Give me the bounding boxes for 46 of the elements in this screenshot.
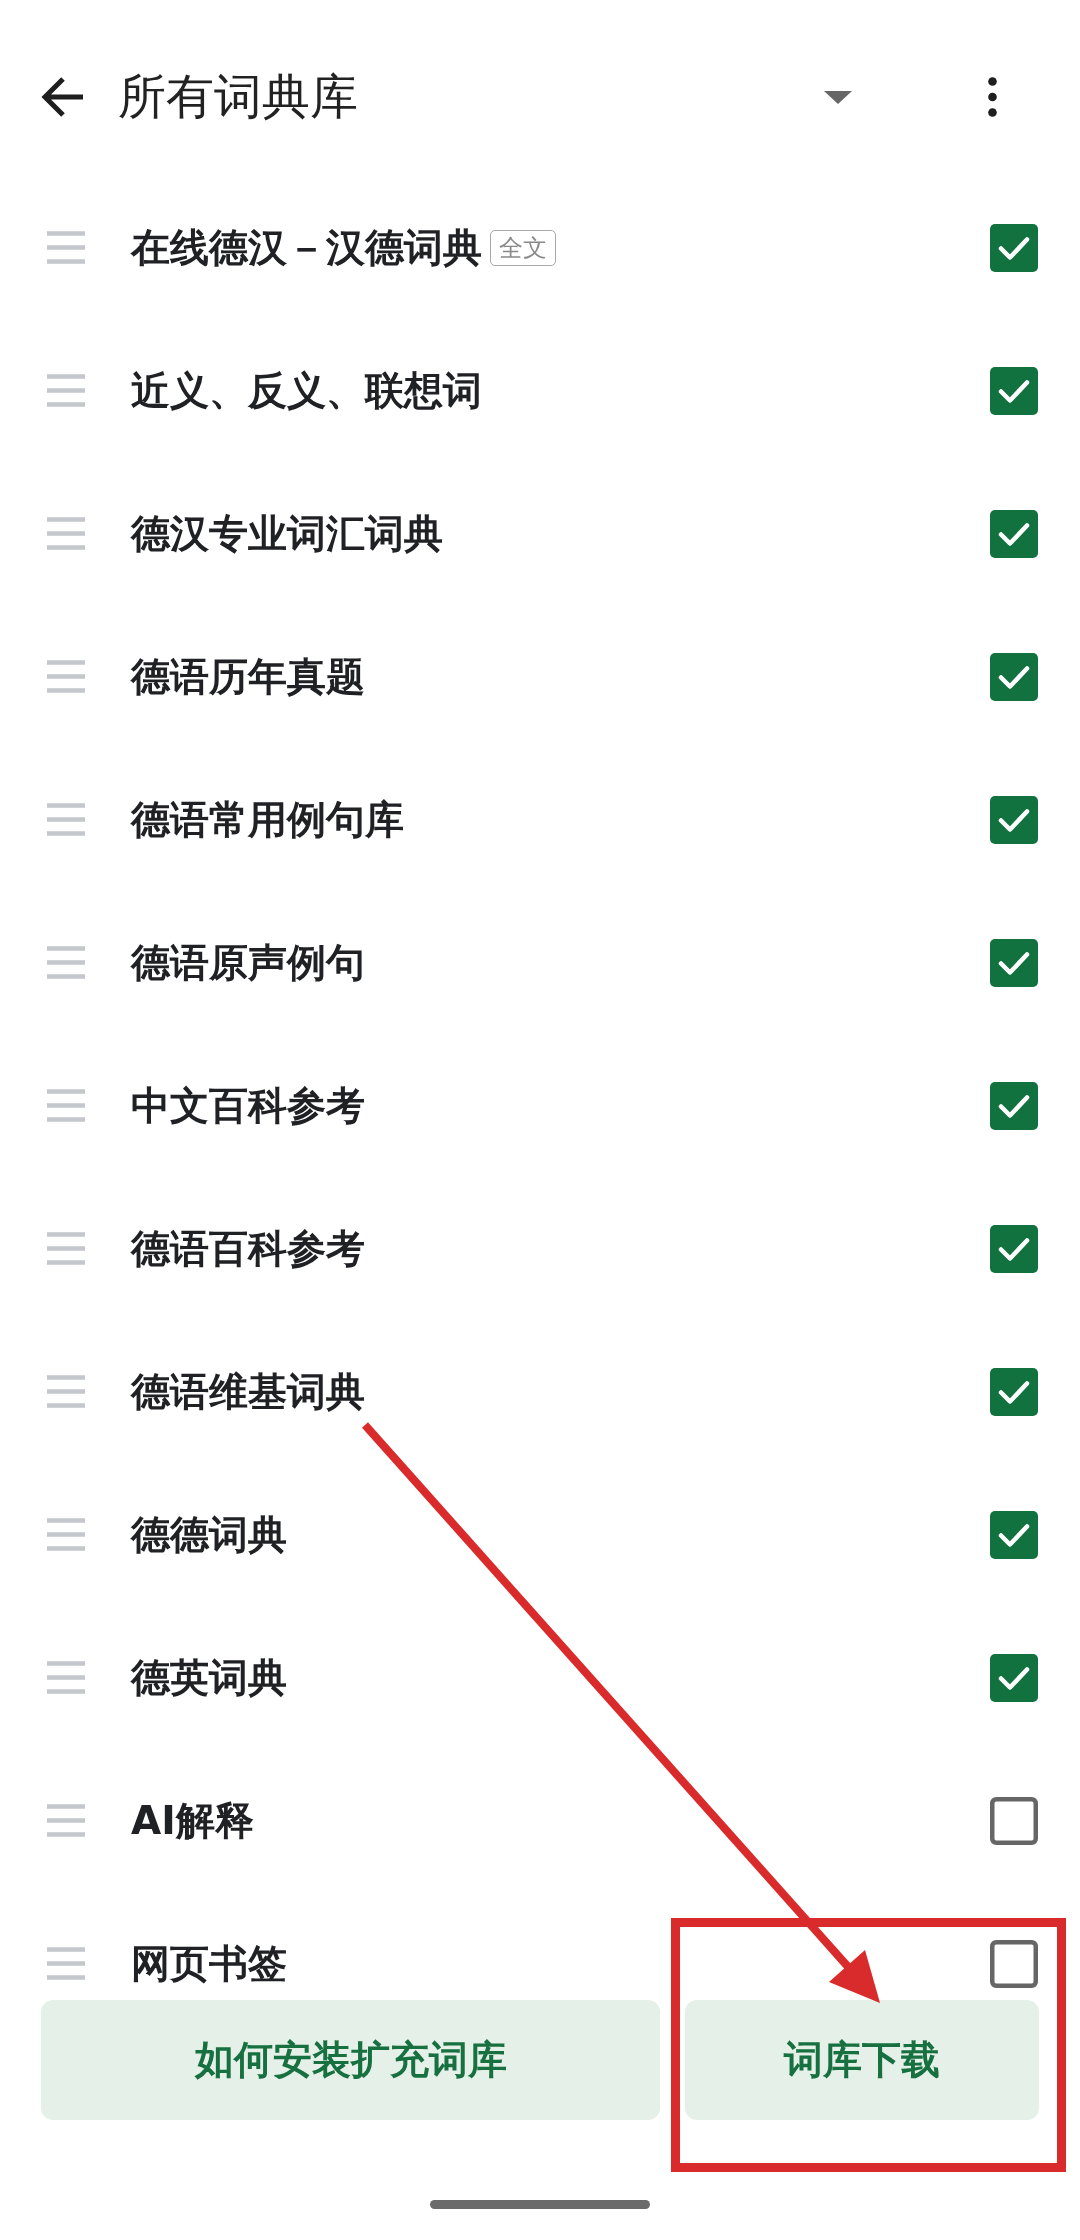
checkbox[interactable]	[990, 1939, 1038, 1988]
dictionary-name: 在线德汉－汉德词典	[131, 223, 482, 272]
drag-handle-icon[interactable]	[47, 231, 85, 264]
dictionary-name: 德语常用例句库	[131, 795, 404, 844]
drag-handle-icon[interactable]	[47, 1661, 85, 1694]
checkbox[interactable]	[990, 1510, 1038, 1559]
checkbox[interactable]	[990, 652, 1038, 701]
dictionary-name: 德语百科参考	[131, 1224, 365, 1273]
drag-handle-icon[interactable]	[47, 1804, 85, 1837]
action-button[interactable]: 如何安装扩充词库	[41, 2000, 660, 2120]
drag-handle-icon[interactable]	[47, 660, 85, 693]
more-options-icon[interactable]	[988, 77, 997, 117]
dictionary-name: 近义、反义、联想词	[131, 366, 482, 415]
checkbox[interactable]	[990, 509, 1038, 558]
drag-handle-icon[interactable]	[47, 803, 85, 836]
dictionary-name: 德语历年真题	[131, 652, 365, 701]
drag-handle-icon[interactable]	[47, 517, 85, 550]
dictionary-name: 网页书签	[131, 1939, 287, 1988]
checkbox[interactable]	[990, 1653, 1038, 1702]
drag-handle-icon[interactable]	[47, 1375, 85, 1408]
dictionary-name: AI解释	[131, 1796, 254, 1845]
checkbox[interactable]	[990, 1796, 1038, 1845]
checkbox[interactable]	[990, 938, 1038, 987]
checkbox[interactable]	[990, 795, 1038, 844]
checkbox[interactable]	[990, 223, 1038, 272]
action-button[interactable]: 词库下载	[685, 2000, 1039, 2120]
screen-title: 所有词典库	[118, 67, 358, 126]
drag-handle-icon[interactable]	[47, 374, 85, 407]
drag-handle-icon[interactable]	[47, 1947, 85, 1980]
back-arrow-icon[interactable]	[41, 76, 85, 118]
drag-handle-icon[interactable]	[47, 1518, 85, 1551]
dictionary-name: 德语原声例句	[131, 938, 365, 987]
text-tag: 全文	[490, 229, 556, 266]
drag-handle-icon[interactable]	[47, 946, 85, 979]
dictionary-name: 德汉专业词汇词典	[131, 509, 443, 558]
checkbox[interactable]	[990, 1081, 1038, 1130]
checkbox[interactable]	[990, 1367, 1038, 1416]
drag-handle-icon[interactable]	[47, 1232, 85, 1265]
dictionary-name: 德语维基词典	[131, 1367, 365, 1416]
dictionary-name: 中文百科参考	[131, 1081, 365, 1130]
dropdown-icon[interactable]	[824, 90, 852, 104]
checkbox[interactable]	[990, 1224, 1038, 1273]
checkbox[interactable]	[990, 366, 1038, 415]
drag-handle-icon[interactable]	[47, 1089, 85, 1122]
dictionary-name: 德英词典	[131, 1653, 287, 1702]
dictionary-name: 德德词典	[131, 1510, 287, 1559]
